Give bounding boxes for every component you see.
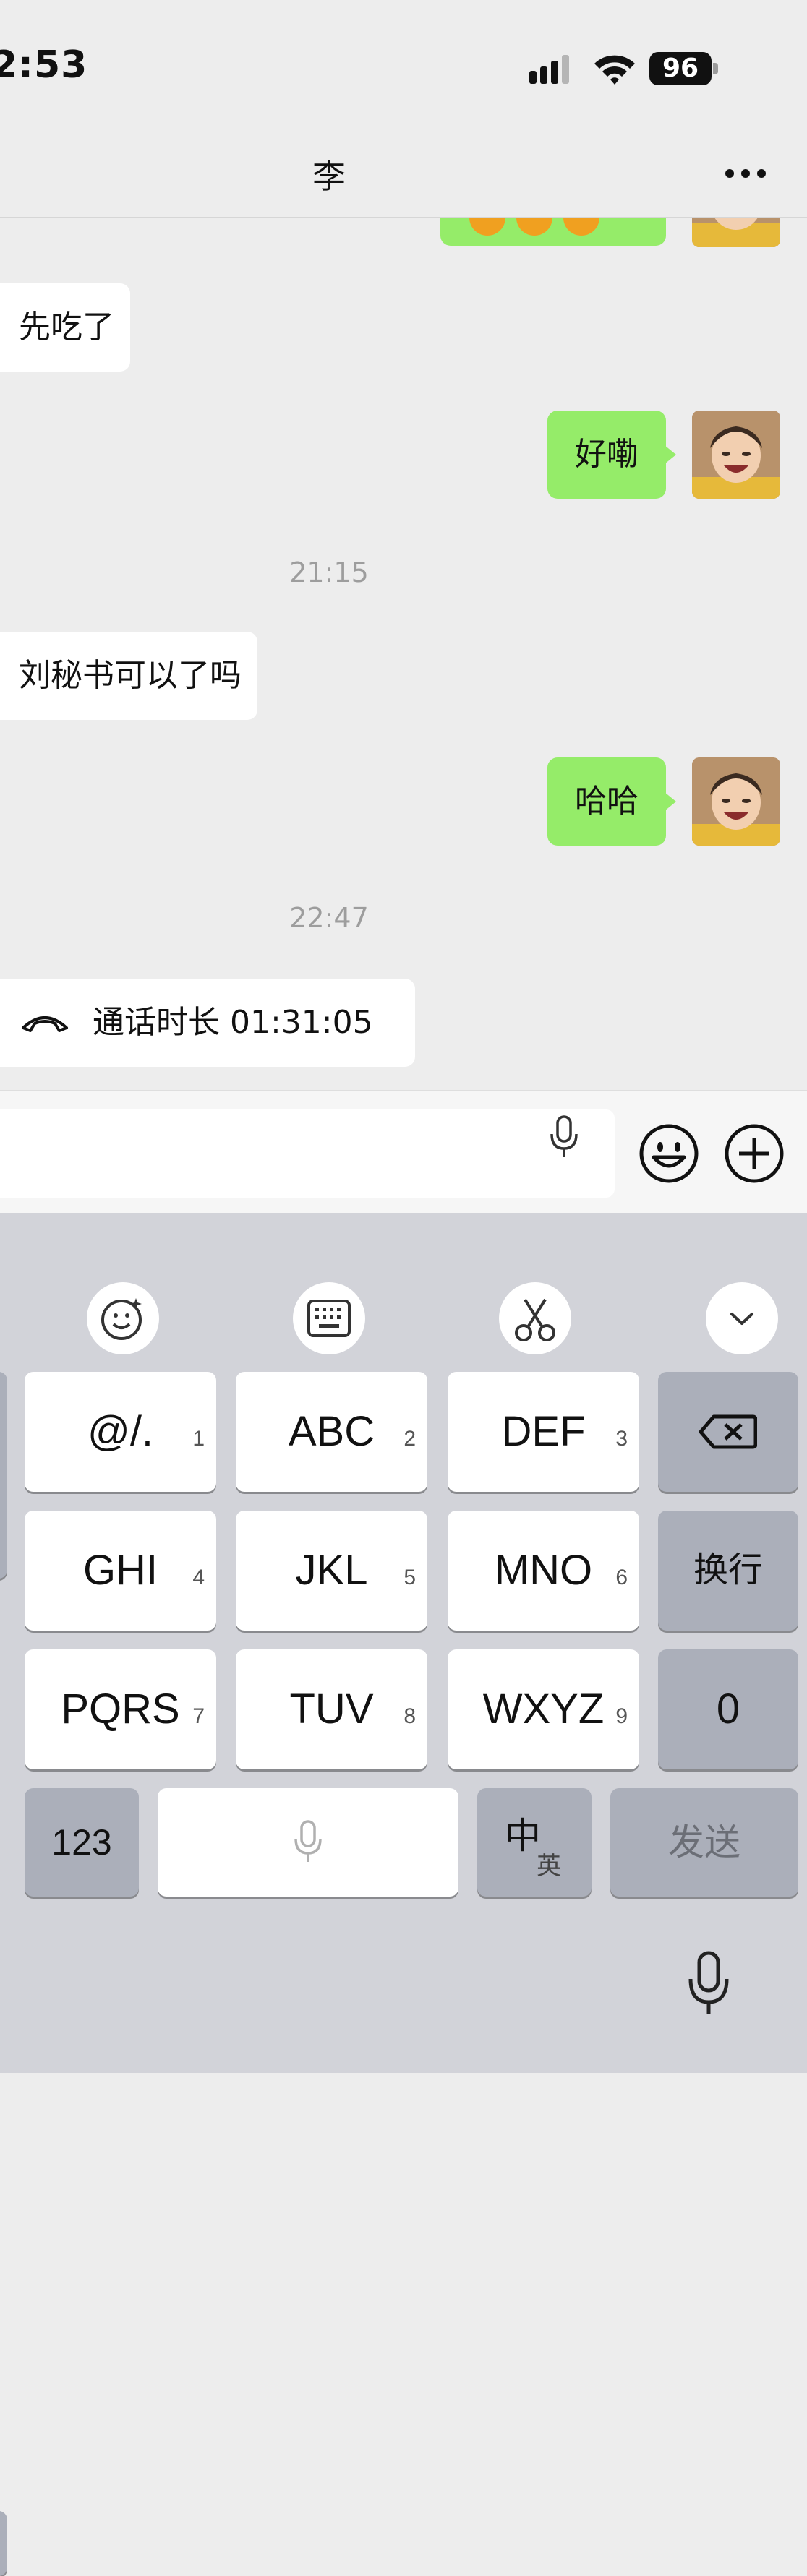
key-8[interactable]: TUV 8 (236, 1649, 427, 1769)
emoji-icon (469, 217, 607, 236)
status-bar: 2:53 96 (0, 0, 807, 137)
key-9[interactable]: WXYZ 9 (448, 1649, 639, 1769)
lang-main: 中 (505, 1816, 541, 1856)
dictation-mic-icon[interactable] (687, 1950, 730, 2017)
key-6[interactable]: MNO 6 (448, 1511, 639, 1631)
space-key[interactable] (158, 1788, 458, 1897)
partial-sent-bubble[interactable] (440, 217, 666, 246)
avatar[interactable] (692, 757, 780, 846)
keyboard: @/. 1 ABC 2 DEF 3 GHI 4 JKL 5 MNO 6 换行 PQRS 7 T… (0, 1213, 807, 2576)
more-dots-icon[interactable] (723, 166, 768, 181)
send-key[interactable]: 发送 (610, 1788, 798, 1897)
key-7[interactable]: PQRS 7 (25, 1649, 216, 1769)
message-input[interactable] (0, 1109, 615, 1198)
sent-message[interactable]: 哈哈 (547, 757, 676, 846)
key-1[interactable]: @/. 1 (25, 1372, 216, 1492)
chat-header: 李 (0, 137, 807, 218)
input-bar (0, 1090, 807, 1214)
key-2[interactable]: ABC 2 (236, 1372, 427, 1492)
keyboard-icon[interactable] (293, 1282, 365, 1354)
battery-icon: 96 (649, 52, 719, 87)
emoji-icon[interactable] (638, 1122, 700, 1185)
wifi-icon (594, 55, 635, 85)
collapse-chevron-icon[interactable] (706, 1282, 778, 1354)
received-message[interactable]: 刘秘书可以了吗 (0, 632, 257, 720)
newline-key[interactable]: 换行 (658, 1511, 798, 1631)
lang-sub: 英 (537, 1852, 561, 1880)
received-message[interactable]: 先吃了 (0, 283, 130, 372)
left-edge-key[interactable] (0, 1372, 7, 1579)
key-0[interactable]: 0 (658, 1649, 798, 1769)
message-list[interactable]: 先吃了 好嘞 21:15 刘秘书可以了吗 哈哈 22:47 通话时长 01:31… (0, 217, 807, 1090)
avatar[interactable] (692, 217, 780, 247)
cellular-signal-icon (529, 55, 569, 84)
phone-hangup-icon (22, 1016, 68, 1032)
key-4[interactable]: GHI 4 (25, 1511, 216, 1631)
left-edge-key[interactable] (0, 2511, 7, 2576)
chat-title: 李 (312, 157, 346, 196)
language-switch-key[interactable]: 中 英 (477, 1788, 592, 1897)
emoji-face-icon[interactable] (87, 1282, 159, 1354)
scissors-icon[interactable] (499, 1282, 571, 1354)
numbers-key[interactable]: 123 (25, 1788, 139, 1897)
timestamp: 21:15 (289, 557, 369, 588)
call-duration: 通话时长 01:31:05 (93, 1004, 373, 1041)
call-record-message[interactable]: 通话时长 01:31:05 (0, 979, 415, 1067)
avatar[interactable] (692, 411, 780, 499)
sent-message[interactable]: 好嘞 (547, 411, 676, 499)
key-5[interactable]: JKL 5 (236, 1511, 427, 1631)
voice-icon[interactable] (550, 1115, 578, 1159)
timestamp: 22:47 (289, 902, 369, 934)
status-time: 2:53 (0, 43, 88, 87)
dictation-mic-icon (294, 1820, 322, 1862)
backspace-key[interactable] (658, 1372, 798, 1492)
backspace-icon (699, 1414, 757, 1449)
battery-level: 96 (649, 52, 712, 85)
plus-icon[interactable] (723, 1122, 785, 1185)
key-3[interactable]: DEF 3 (448, 1372, 639, 1492)
